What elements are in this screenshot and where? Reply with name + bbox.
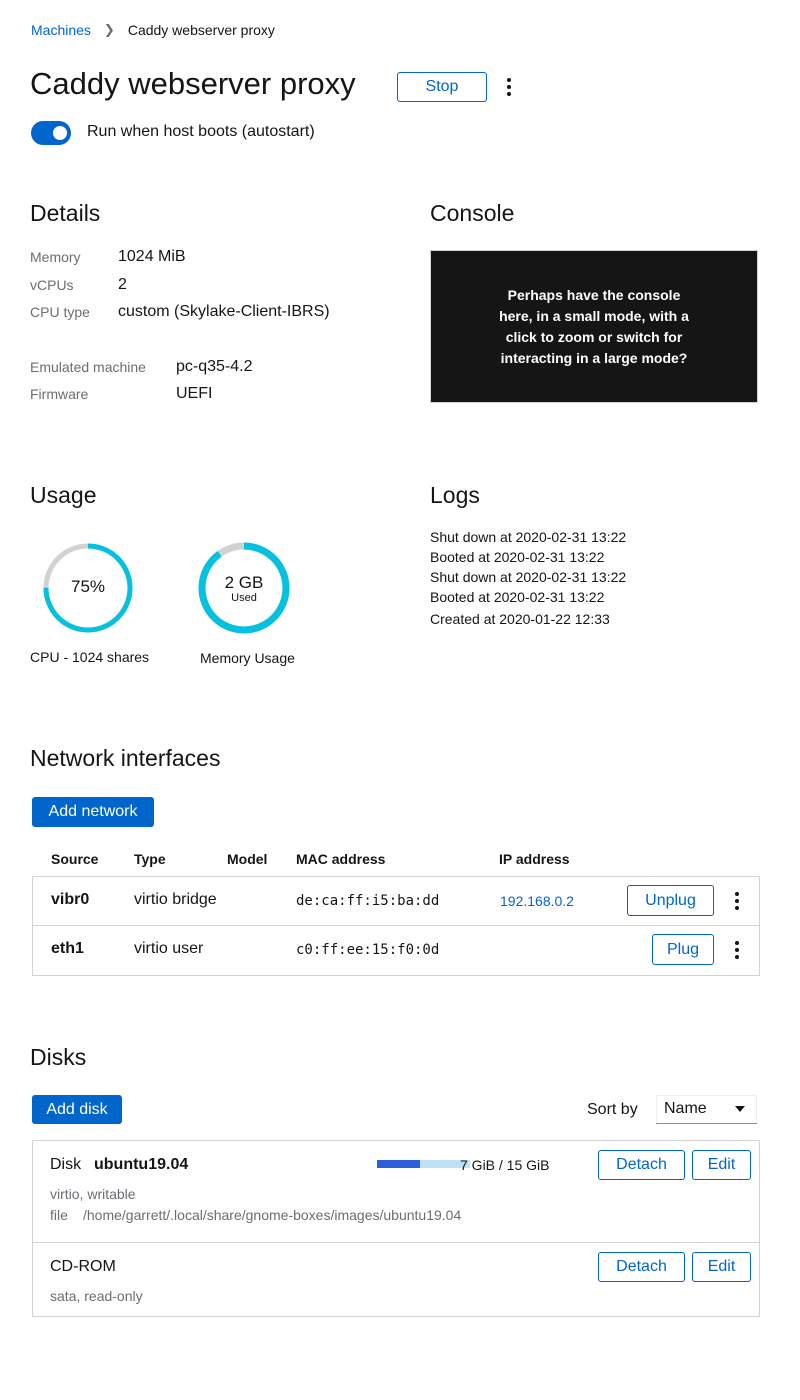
column-header-mac[interactable]: MAC address (296, 851, 385, 867)
cpu-type-value: custom (Skylake-Client-IBRS) (118, 303, 330, 320)
detach-button[interactable]: Detach (598, 1252, 685, 1282)
add-disk-button[interactable]: Add disk (32, 1095, 122, 1124)
console-preview[interactable]: Perhaps have the console here, in a smal… (430, 250, 758, 403)
add-network-button[interactable]: Add network (32, 797, 154, 827)
sort-by-select[interactable]: Name (656, 1095, 757, 1124)
disk-type: CD-ROM (50, 1258, 116, 1275)
disk-type: Disk (50, 1156, 82, 1173)
disk-usage-used (377, 1160, 421, 1168)
kebab-menu-icon[interactable] (730, 941, 744, 959)
console-title: Console (430, 200, 515, 226)
autostart-toggle[interactable] (31, 121, 71, 145)
caret-down-icon (735, 1106, 745, 1112)
disk-card: Disk ubuntu19.04 7 GiB / 15 GiB Detach E… (32, 1140, 760, 1243)
disk-usage-bar (377, 1160, 470, 1168)
column-header-type[interactable]: Type (134, 851, 166, 867)
memory-value: 1024 MiB (118, 248, 186, 265)
column-header-source[interactable]: Source (51, 851, 98, 867)
chevron-right-icon: ❯ (103, 22, 115, 37)
log-entry: Booted at 2020-02-31 13:22 (430, 549, 605, 565)
memory-usage-value: 2 GB (224, 573, 264, 592)
disk-name: ubuntu19.04 (94, 1156, 189, 1173)
interface-source: eth1 (51, 940, 84, 957)
disk-meta: sata, read-only (50, 1288, 143, 1304)
emulated-machine-value: pc-q35-4.2 (176, 358, 253, 375)
kebab-menu-icon[interactable] (730, 892, 744, 910)
sort-by-label: Sort by (587, 1101, 638, 1118)
log-entry: Shut down at 2020-02-31 13:22 (430, 529, 627, 545)
logs-title: Logs (430, 482, 480, 508)
breadcrumb-link-machines[interactable]: Machines (31, 22, 91, 38)
interface-type: virtio bridge (134, 891, 217, 908)
network-title: Network interfaces (30, 745, 221, 771)
vcpus-label: vCPUs (30, 277, 74, 293)
page-title: Caddy webserver proxy (30, 66, 356, 101)
log-entry: Booted at 2020-02-31 13:22 (430, 589, 605, 605)
sort-by-value: Name (664, 1100, 707, 1117)
disk-usage-text: 7 GiB / 15 GiB (460, 1157, 550, 1173)
disk-meta: virtio, writable (50, 1186, 136, 1202)
cpu-type-label: CPU type (30, 304, 90, 320)
usage-title: Usage (30, 482, 97, 508)
breadcrumb: Machines ❯ Caddy webserver proxy (31, 22, 275, 38)
table-row: vibr0 virtio bridge de:ca:ff:i5:ba:dd 19… (32, 876, 760, 926)
edit-button[interactable]: Edit (692, 1252, 751, 1282)
interface-ip-link[interactable]: 192.168.0.2 (500, 893, 574, 909)
table-row: eth1 virtio user c0:ff:ee:15:f0:0d Plug (32, 925, 760, 976)
unplug-button[interactable]: Unplug (627, 885, 714, 916)
autostart-label: Run when host boots (autostart) (87, 123, 315, 140)
disk-card: CD-ROM Detach Edit sata, read-only (32, 1242, 760, 1317)
firmware-label: Firmware (30, 386, 89, 402)
details-title: Details (30, 200, 101, 226)
column-header-ip[interactable]: IP address (499, 851, 570, 867)
log-entry: Created at 2020-01-22 12:33 (430, 611, 610, 627)
disk-file-path: /home/garrett/.local/share/gnome-boxes/i… (83, 1207, 462, 1223)
disks-title: Disks (30, 1044, 87, 1070)
edit-button[interactable]: Edit (692, 1150, 751, 1180)
interface-type: virtio user (134, 940, 204, 957)
breadcrumb-current: Caddy webserver proxy (127, 22, 275, 38)
vcpus-value: 2 (118, 276, 127, 293)
disk-file-label: file (50, 1207, 68, 1223)
log-entry: Shut down at 2020-02-31 13:22 (430, 569, 627, 585)
cpu-usage-value: 75% (70, 577, 106, 596)
console-placeholder-text: Perhaps have the console here, in a smal… (499, 286, 689, 366)
cpu-usage-label: CPU - 1024 shares (30, 649, 150, 665)
detach-button[interactable]: Detach (598, 1150, 685, 1180)
interface-source: vibr0 (51, 891, 90, 908)
emulated-machine-label: Emulated machine (30, 359, 146, 375)
memory-usage-sub: Used (231, 592, 257, 604)
toggle-knob (53, 126, 67, 140)
memory-label: Memory (30, 249, 81, 265)
firmware-value: UEFI (176, 385, 213, 402)
stop-button[interactable]: Stop (397, 72, 487, 102)
interface-mac: de:ca:ff:i5:ba:dd (296, 893, 440, 909)
kebab-menu-icon[interactable] (502, 78, 516, 96)
column-header-model[interactable]: Model (227, 851, 267, 867)
memory-usage-label: Memory Usage (200, 650, 295, 666)
interface-mac: c0:ff:ee:15:f0:0d (296, 942, 440, 958)
plug-button[interactable]: Plug (652, 934, 714, 965)
